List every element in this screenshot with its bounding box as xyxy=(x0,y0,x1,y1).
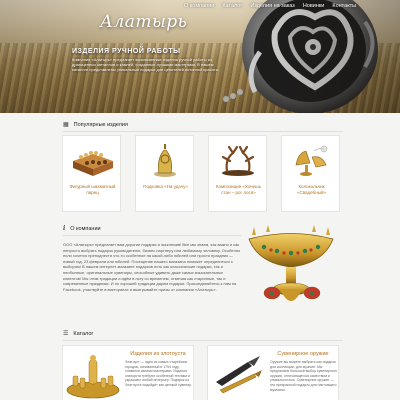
horseshoe-image xyxy=(154,144,176,177)
catalog-divider xyxy=(63,340,343,341)
product-card-chess[interactable]: Фигурный шахматный ларец xyxy=(62,135,121,212)
grid-icon: ▦ xyxy=(63,122,69,128)
catalog-card-weapons[interactable]: Сувенирное оружие Оружие вы можете выбра… xyxy=(207,345,339,400)
popular-heading: Популярные изделия xyxy=(73,121,128,128)
product-caption[interactable]: Подковка «На удачу» xyxy=(138,184,193,190)
hero-banner: Алатырь О компании Каталог Изделия на за… xyxy=(0,0,400,113)
product-card-horseshoe[interactable]: Подковка «На удачу» xyxy=(135,135,194,212)
popular-divider xyxy=(63,131,343,132)
golden-vase-image xyxy=(248,225,334,301)
wedding-bell-image xyxy=(295,145,328,176)
souvenir-knife-image xyxy=(216,356,262,394)
popular-heading-row: ▦ Популярные изделия xyxy=(63,121,128,129)
product-card-antlers[interactable]: Композиция «Хочешь стан – рог лося» xyxy=(208,135,267,212)
product-caption[interactable]: Колокольчик «Свадебный» xyxy=(284,184,339,196)
catalog-heading-row: ☰ Каталог xyxy=(63,330,94,338)
about-heading-row: i О компании xyxy=(63,225,101,232)
catalog-text: Златоуст — один из самых старейших город… xyxy=(125,360,193,387)
product-card-bell[interactable]: Колокольчик «Свадебный» xyxy=(281,135,340,212)
catalog-text: Оружие вы можете выбрать как подарок для… xyxy=(270,360,338,392)
nav-new[interactable]: Новинки xyxy=(299,0,329,12)
nav-about[interactable]: О компании xyxy=(180,0,218,12)
antler-composition-image xyxy=(221,145,255,176)
about-text: ООО «Алатырь» предлагает вам дорогие под… xyxy=(63,242,241,292)
product-caption[interactable]: Фигурный шахматный ларец xyxy=(65,184,120,196)
nav-custom-orders[interactable]: Изделия на заказ xyxy=(246,0,298,12)
hero-title: ИЗДЕЛИЯ РУЧНОЙ РАБОТЫ xyxy=(72,48,181,55)
top-nav: О компании Каталог Изделия на заказ Нови… xyxy=(180,0,360,12)
nav-contacts[interactable]: Контакты xyxy=(328,0,360,12)
site-logo[interactable]: Алатырь xyxy=(100,12,187,32)
product-caption[interactable]: Композиция «Хочешь стан – рог лося» xyxy=(211,184,266,196)
catalog-heading: Каталог xyxy=(73,330,94,337)
nav-catalog[interactable]: Каталог xyxy=(218,0,246,12)
catalog-card-zlatoust[interactable]: Изделия из злотоуста Златоуст — один из … xyxy=(62,345,194,400)
chess-box-image xyxy=(73,151,113,176)
catalog-items: Изделия из злотоуста Златоуст — один из … xyxy=(62,345,339,400)
catalog-title[interactable]: Сувенирное оружие xyxy=(268,351,338,357)
catalog-title[interactable]: Изделия из злотоуста xyxy=(123,351,193,357)
about-divider xyxy=(63,235,241,236)
about-heading: О компании xyxy=(70,225,101,232)
catalog-icon: ☰ xyxy=(63,331,69,337)
zlatoust-set-image xyxy=(66,355,120,399)
info-icon: i xyxy=(63,225,66,232)
hero-text: Компания «Алатырь» предлагает эксклюзивн… xyxy=(72,57,220,73)
popular-items: Фигурный шахматный ларец Подковка «На уд… xyxy=(62,135,340,212)
